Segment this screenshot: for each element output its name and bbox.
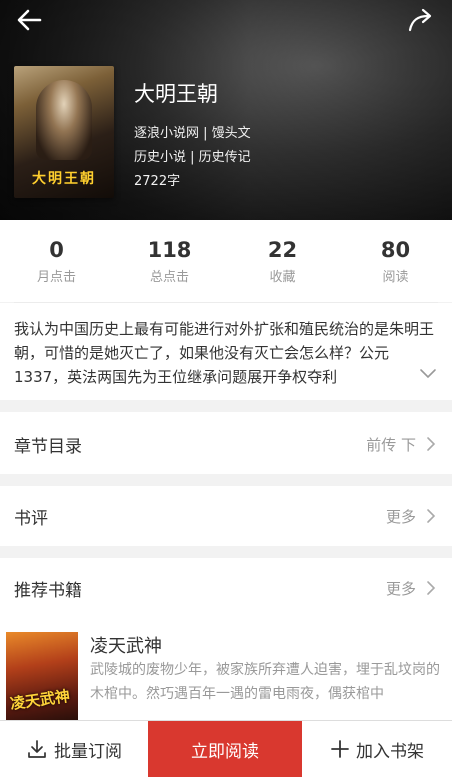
- stat-value: 0: [49, 238, 64, 262]
- description-text: 我认为中国历史上最有可能进行对外扩张和殖民统治的是朱明王朝，可惜的是她灭亡了，如…: [14, 320, 434, 386]
- stat-reads: 80 阅读: [339, 220, 452, 302]
- reviews-label: 书评: [14, 509, 48, 529]
- book-source: 逐浪小说网 | 馒头文: [134, 126, 251, 141]
- book-category: 历史小说 | 历史传记: [134, 150, 251, 165]
- chevron-right-icon: [427, 509, 436, 523]
- recommend-label: 推荐书籍: [14, 581, 82, 601]
- stat-favorites: 22 收藏: [226, 220, 339, 302]
- batch-subscribe-label: 批量订阅: [54, 741, 122, 762]
- stat-monthly-clicks: 0 月点击: [0, 220, 113, 302]
- chapter-list-row[interactable]: 章节目录 前传 下: [0, 412, 452, 474]
- stat-value: 22: [267, 238, 298, 262]
- download-icon: [28, 740, 46, 758]
- recommend-more: 更多: [385, 580, 416, 598]
- stat-label: 收藏: [269, 270, 296, 285]
- book-header: 大明王朝 大明王朝 逐浪小说网 | 馒头文 历史小说 | 历史传记 2722字: [0, 0, 452, 220]
- stat-total-clicks: 118 总点击: [113, 220, 226, 302]
- latest-chapter: 前传 下: [366, 436, 416, 454]
- recommended-book-title: 凌天武神: [90, 636, 162, 657]
- chevron-down-icon[interactable]: [418, 363, 438, 383]
- cover-art: [36, 80, 92, 160]
- stats-bar: 0 月点击 118 总点击 22 收藏 80 阅读: [0, 220, 452, 302]
- add-to-shelf-button[interactable]: 加入书架: [302, 721, 452, 777]
- recommended-book-summary: 武陵城的废物少年，被家族所弃遭人迫害，埋于乱坟岗的木棺中。然巧遇百年一遇的雷电雨…: [90, 662, 440, 702]
- chevron-right-icon: [427, 437, 436, 451]
- stat-value: 80: [380, 238, 411, 262]
- share-icon[interactable]: [406, 6, 438, 34]
- read-now-button[interactable]: 立即阅读: [148, 721, 302, 777]
- plus-icon: [331, 740, 349, 758]
- stat-label: 月点击: [36, 270, 76, 285]
- back-arrow-icon[interactable]: [14, 6, 46, 34]
- bottom-action-bar: 批量订阅 立即阅读 加入书架: [0, 720, 452, 777]
- batch-subscribe-button[interactable]: 批量订阅: [0, 721, 148, 777]
- reviews-row[interactable]: 书评 更多: [0, 486, 452, 546]
- add-to-shelf-label: 加入书架: [356, 741, 424, 762]
- chapter-list-label: 章节目录: [14, 437, 82, 457]
- stat-label: 阅读: [382, 270, 409, 285]
- recommend-row[interactable]: 推荐书籍 更多: [0, 558, 452, 620]
- stat-value: 118: [147, 238, 192, 262]
- cover-title: 大明王朝: [32, 171, 96, 187]
- recommended-book-cover: 凌天武神: [6, 632, 78, 728]
- chevron-right-icon: [427, 581, 436, 595]
- reviews-more: 更多: [385, 508, 416, 526]
- book-word-count: 2722字: [134, 174, 181, 189]
- read-now-label: 立即阅读: [191, 741, 259, 762]
- book-description[interactable]: 我认为中国历史上最有可能进行对外扩张和殖民统治的是朱明王朝，可惜的是她灭亡了，如…: [0, 303, 452, 400]
- book-title: 大明王朝: [134, 82, 218, 106]
- recommended-book[interactable]: 凌天武神 凌天武神 武陵城的废物少年，被家族所弃遭人迫害，埋于乱坟岗的木棺中。然…: [0, 620, 452, 728]
- book-cover: 大明王朝: [14, 66, 114, 198]
- recommended-cover-title: 凌天武神: [9, 686, 72, 714]
- stat-label: 总点击: [149, 270, 189, 285]
